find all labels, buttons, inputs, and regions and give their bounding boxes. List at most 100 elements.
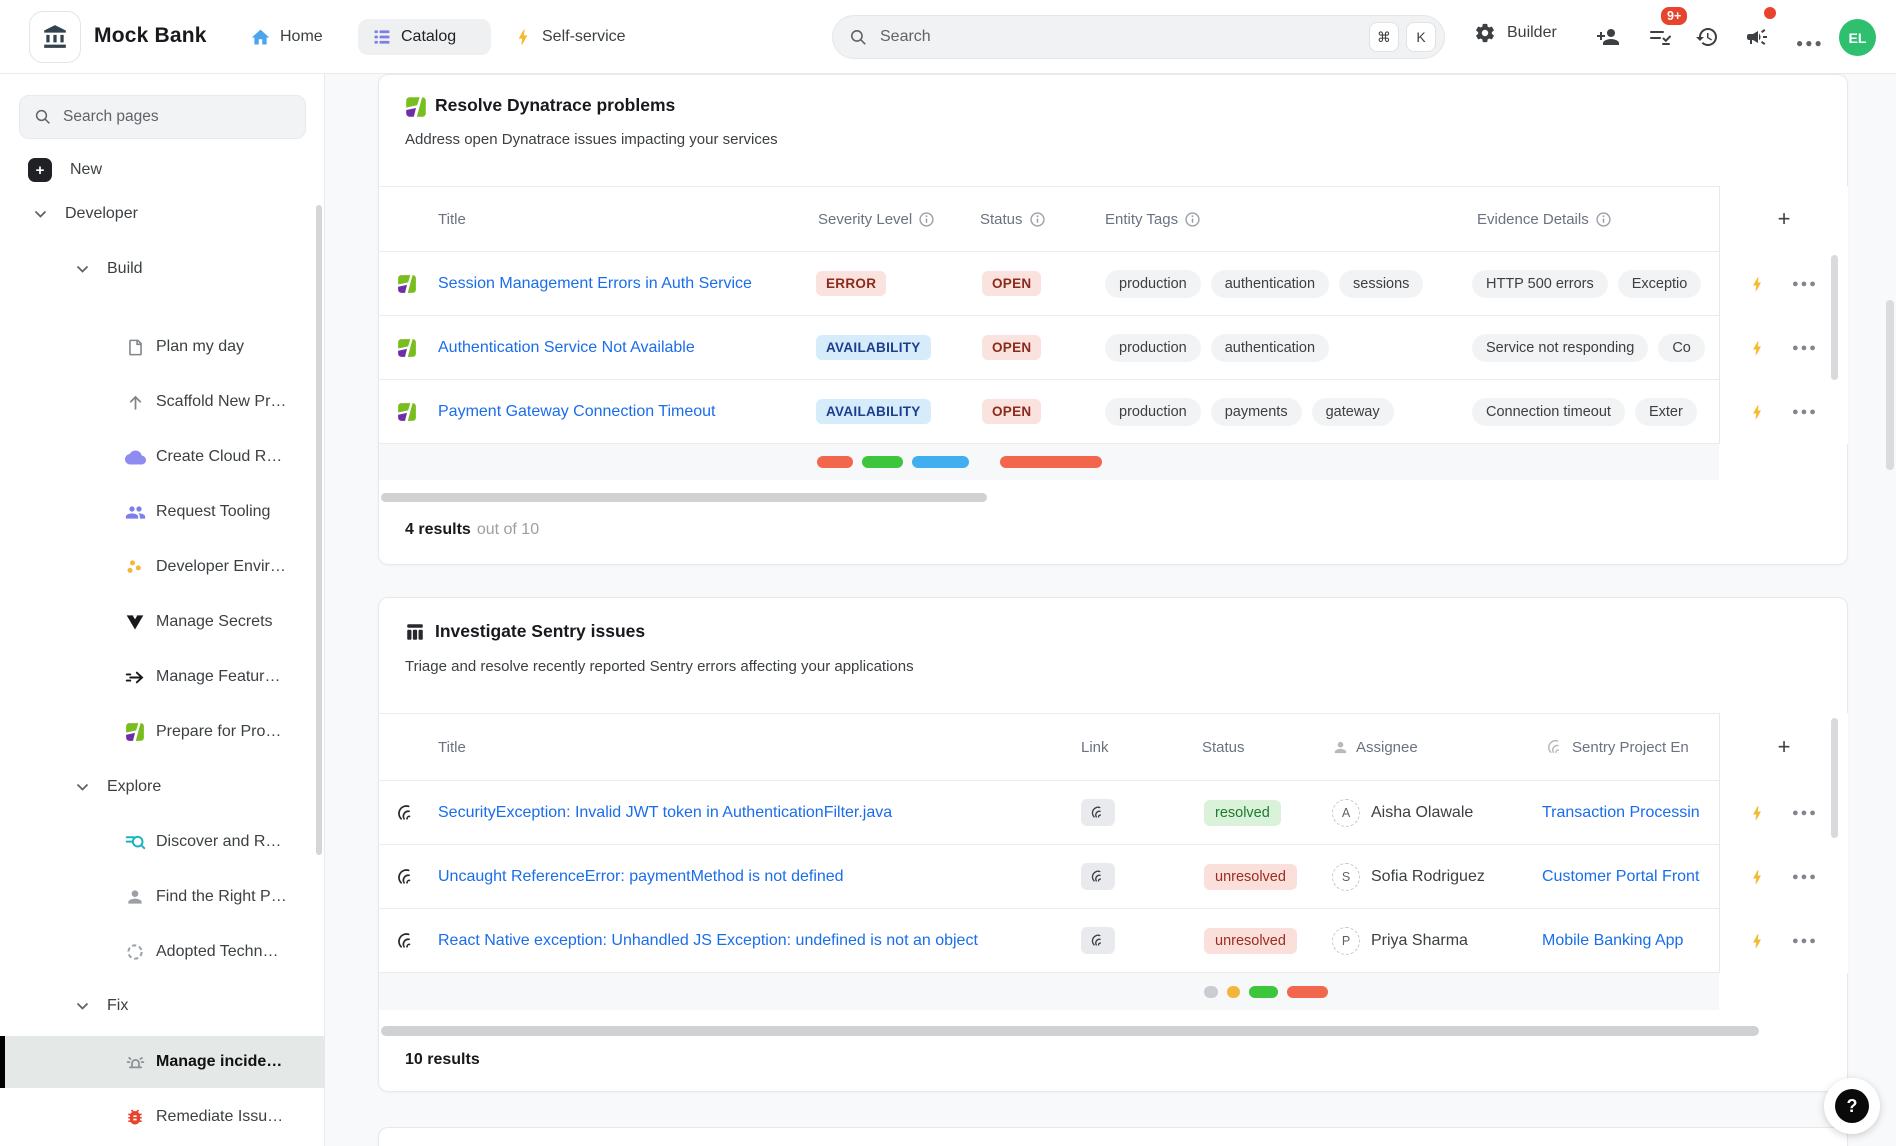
- problem-title-link[interactable]: Payment Gateway Connection Timeout: [438, 403, 715, 421]
- vault-icon: [124, 611, 146, 633]
- run-action-lightning-icon[interactable]: [1748, 339, 1766, 357]
- sidebar-item-developer-environments[interactable]: Developer Envir…: [0, 541, 325, 593]
- row-menu-button[interactable]: ●●●: [1792, 406, 1818, 418]
- colored-bar: [1249, 986, 1278, 998]
- table-vertical-scrollbar[interactable]: [1831, 718, 1838, 838]
- evidence-details: Service not responding Co: [1472, 316, 1719, 379]
- info-icon[interactable]: [1030, 212, 1045, 227]
- dots-cluster-icon: [124, 556, 146, 578]
- table-header-row: Title Link Status Assignee Sentry Projec…: [379, 713, 1719, 781]
- sidebar-group-fix[interactable]: Fix: [0, 980, 325, 1032]
- global-search[interactable]: ⌘ K: [832, 15, 1445, 59]
- sentry-icon: [1091, 869, 1106, 884]
- info-icon[interactable]: [1185, 212, 1200, 227]
- more-menu-button[interactable]: ●●●: [1796, 36, 1824, 50]
- brand-logo-button[interactable]: [29, 11, 81, 63]
- table-row[interactable]: Session Management Errors in Auth Servic…: [379, 252, 1719, 316]
- info-icon[interactable]: [1596, 212, 1611, 227]
- sidebar-search[interactable]: [19, 95, 306, 139]
- tab-home[interactable]: Home: [236, 19, 337, 55]
- page-scrollbar[interactable]: [1886, 300, 1894, 470]
- builder-label: Builder: [1507, 24, 1557, 42]
- tab-catalog[interactable]: Catalog: [358, 19, 491, 55]
- sentry-table: Title Link Status Assignee Sentry Projec…: [379, 713, 1719, 973]
- dynatrace-icon: [397, 316, 417, 379]
- sentry-link-button[interactable]: [1081, 863, 1115, 890]
- card-subtitle: Triage and resolve recently reported Sen…: [405, 658, 914, 675]
- column-header-title: Title: [438, 714, 466, 780]
- sentry-link-button[interactable]: [1081, 927, 1115, 954]
- sidebar-item-adopted-technologies[interactable]: Adopted Techn…: [0, 926, 325, 978]
- sentry-link-button[interactable]: [1081, 799, 1115, 826]
- sidebar-group-build[interactable]: Build: [0, 243, 325, 295]
- run-action-lightning-icon[interactable]: [1748, 403, 1766, 421]
- siren-icon: [124, 1051, 146, 1073]
- item-label: Plan my day: [156, 338, 244, 356]
- sidebar-item-create-cloud-resource[interactable]: Create Cloud R…: [0, 431, 325, 483]
- user-avatar[interactable]: EL: [1839, 19, 1876, 56]
- table-row[interactable]: SecurityException: Invalid JWT token in …: [379, 781, 1719, 845]
- sidebar-item-manage-features[interactable]: Manage Featur…: [0, 651, 325, 703]
- history-button[interactable]: [1695, 25, 1719, 49]
- run-action-lightning-icon[interactable]: [1748, 932, 1766, 950]
- sidebar-item-manage-incidents[interactable]: Manage incide…: [0, 1036, 325, 1088]
- sentry-project-link[interactable]: Transaction Processin: [1542, 804, 1700, 822]
- global-search-input[interactable]: [880, 28, 1362, 46]
- tab-self-service-label: Self-service: [542, 28, 626, 46]
- sidebar-item-scaffold-new-project[interactable]: Scaffold New Pr…: [0, 376, 325, 428]
- sidebar-item-remediate-issues[interactable]: Remediate Issu…: [0, 1091, 325, 1143]
- help-button[interactable]: ?: [1824, 1078, 1880, 1134]
- problem-title-link[interactable]: Session Management Errors in Auth Servic…: [438, 275, 752, 293]
- announcements-notification-dot: [1764, 7, 1776, 19]
- cmd-keycap: ⌘: [1369, 22, 1399, 52]
- card-title: Resolve Dynatrace problems: [435, 95, 675, 116]
- row-menu-button[interactable]: ●●●: [1792, 807, 1818, 819]
- row-menu-button[interactable]: ●●●: [1792, 871, 1818, 883]
- sentry-icon: [1091, 805, 1106, 820]
- issue-title-link[interactable]: Uncaught ReferenceError: paymentMethod i…: [438, 868, 844, 886]
- person-icon: [1332, 739, 1349, 756]
- sidebar-item-prepare-for-production[interactable]: Prepare for Pro…: [0, 706, 325, 758]
- builder-button[interactable]: Builder: [1474, 22, 1557, 44]
- checklist-icon: [1648, 25, 1672, 49]
- sidebar-scrollbar[interactable]: [316, 205, 322, 855]
- table-row[interactable]: React Native exception: Unhandled JS Exc…: [379, 909, 1719, 973]
- sidebar-item-discover-and-research[interactable]: Discover and R…: [0, 816, 325, 868]
- table-horizontal-scrollbar[interactable]: [381, 1026, 1759, 1036]
- info-icon[interactable]: [919, 212, 934, 227]
- row-actions: ●●●: [1720, 252, 1848, 316]
- issue-title-link[interactable]: SecurityException: Invalid JWT token in …: [438, 804, 892, 822]
- add-column-button[interactable]: +: [1720, 186, 1848, 252]
- sidebar-item-plan-my-day[interactable]: Plan my day: [0, 321, 325, 373]
- row-menu-button[interactable]: ●●●: [1792, 342, 1818, 354]
- item-label: Manage incide…: [156, 1053, 282, 1071]
- tasks-button[interactable]: [1648, 25, 1672, 49]
- run-action-lightning-icon[interactable]: [1748, 804, 1766, 822]
- row-menu-button[interactable]: ●●●: [1792, 935, 1818, 947]
- sentry-project-link[interactable]: Mobile Banking App: [1542, 932, 1683, 950]
- tab-self-service[interactable]: Self-service: [499, 19, 640, 55]
- sentry-project-link[interactable]: Customer Portal Front: [1542, 868, 1699, 886]
- item-label: Prepare for Pro…: [156, 723, 281, 741]
- plus-icon: +: [28, 158, 52, 182]
- row-menu-button[interactable]: ●●●: [1792, 278, 1818, 290]
- sidebar-item-find-the-right-person[interactable]: Find the Right P…: [0, 871, 325, 923]
- sidebar-search-input[interactable]: [63, 108, 291, 126]
- invite-user-button[interactable]: [1596, 25, 1620, 49]
- run-action-lightning-icon[interactable]: [1748, 275, 1766, 293]
- announcements-button[interactable]: [1745, 25, 1769, 49]
- table-row[interactable]: Uncaught ReferenceError: paymentMethod i…: [379, 845, 1719, 909]
- table-vertical-scrollbar[interactable]: [1831, 255, 1838, 380]
- issue-title-link[interactable]: React Native exception: Unhandled JS Exc…: [438, 932, 978, 950]
- column-header-link: Link: [1081, 714, 1109, 780]
- run-action-lightning-icon[interactable]: [1748, 868, 1766, 886]
- table-row[interactable]: Authentication Service Not Available AVA…: [379, 316, 1719, 380]
- sidebar-item-manage-secrets[interactable]: Manage Secrets: [0, 596, 325, 648]
- problem-title-link[interactable]: Authentication Service Not Available: [438, 339, 695, 357]
- sidebar-group-developer[interactable]: Developer: [0, 188, 325, 240]
- table-horizontal-scrollbar[interactable]: [381, 493, 987, 502]
- table-row[interactable]: Payment Gateway Connection Timeout AVAIL…: [379, 380, 1719, 444]
- sidebar-group-explore[interactable]: Explore: [0, 761, 325, 813]
- add-column-button[interactable]: +: [1720, 713, 1848, 781]
- sidebar-item-request-tooling[interactable]: Request Tooling: [0, 486, 325, 538]
